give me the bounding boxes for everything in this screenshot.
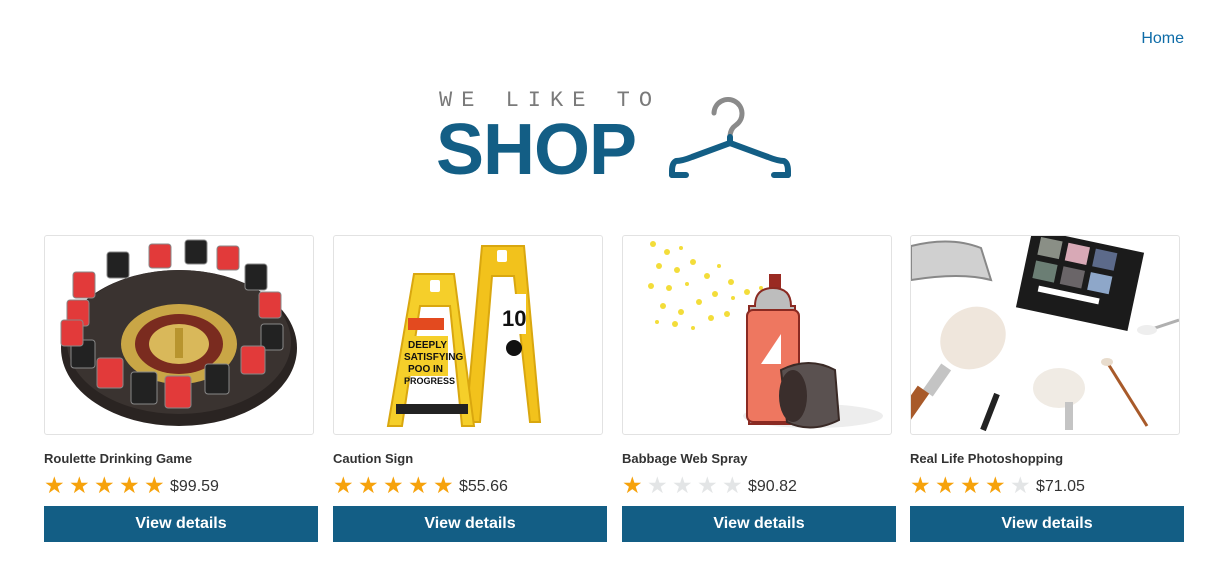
svg-text:PROGRESS: PROGRESS [404,376,455,386]
product-name: Babbage Web Spray [622,451,748,466]
star-filled-icon: ★ [94,472,115,498]
star-filled-icon: ★ [44,472,65,498]
roulette-image [60,239,297,426]
product-price: $55.66 [459,477,508,495]
view-details-button[interactable]: View details [44,506,318,542]
star-rating: ★ ★ ★ ★ ★ [44,473,169,497]
star-empty-icon: ★ [697,472,718,498]
product-image[interactable] [910,235,1180,435]
star-filled-icon: ★ [69,472,90,498]
svg-text:SATISFYING: SATISFYING [404,352,463,363]
star-filled-icon: ★ [408,472,429,498]
product-card: Real Life Photoshopping ★ ★ ★ ★ ★ $71.05 Vie… [910,235,1184,542]
svg-text:POO IN: POO IN [408,364,443,375]
star-filled-icon: ★ [383,472,404,498]
makeup-image [911,236,1179,432]
view-details-button[interactable]: View details [910,506,1184,542]
product-image[interactable] [622,235,892,435]
star-filled-icon: ★ [119,472,140,498]
star-filled-icon: ★ [358,472,379,498]
product-card: Babbage Web Spray ★ ★ ★ ★ ★ $90.82 View deta… [622,235,896,542]
product-name: Real Life Photoshopping [910,451,1064,466]
svg-text:DEEPLY: DEEPLY [408,340,447,351]
hanger-icon [669,97,791,178]
home-link[interactable]: Home [1141,30,1184,48]
star-filled-icon: ★ [960,472,981,498]
product-name: Caution Sign [333,451,414,466]
star-rating: ★ ★ ★ ★ ★ [910,473,1035,497]
svg-text:10: 10 [502,306,526,331]
spray-can-image [648,241,883,429]
product-image[interactable]: DEEPLY SATISFYING POO IN PROGRESS 10 [333,235,603,435]
product-price: $71.05 [1036,477,1085,495]
star-filled-icon: ★ [622,472,643,498]
star-filled-icon: ★ [985,472,1006,498]
view-details-button[interactable]: View details [622,506,896,542]
star-rating: ★ ★ ★ ★ ★ [333,473,458,497]
star-empty-icon: ★ [672,472,693,498]
site-logo[interactable]: WE LIKE TO SHOP [436,88,796,190]
star-empty-icon: ★ [1010,472,1031,498]
star-filled-icon: ★ [433,472,454,498]
star-filled-icon: ★ [333,472,354,498]
star-empty-icon: ★ [722,472,743,498]
star-empty-icon: ★ [647,472,668,498]
product-card: DEEPLY SATISFYING POO IN PROGRESS 10 Cau… [333,235,607,542]
product-price: $99.59 [170,477,219,495]
logo-wordmark: SHOP [436,110,637,190]
product-name: Roulette Drinking Game [44,451,193,466]
caution-sign-image: DEEPLY SATISFYING POO IN PROGRESS 10 [386,245,542,427]
star-rating: ★ ★ ★ ★ ★ [622,473,747,497]
star-filled-icon: ★ [910,472,931,498]
product-price: $90.82 [748,477,797,495]
star-filled-icon: ★ [144,472,165,498]
star-filled-icon: ★ [935,472,956,498]
product-card: Roulette Drinking Game ★ ★ ★ ★ ★ $99.59 View… [44,235,318,542]
product-image[interactable] [44,235,314,435]
view-details-button[interactable]: View details [333,506,607,542]
